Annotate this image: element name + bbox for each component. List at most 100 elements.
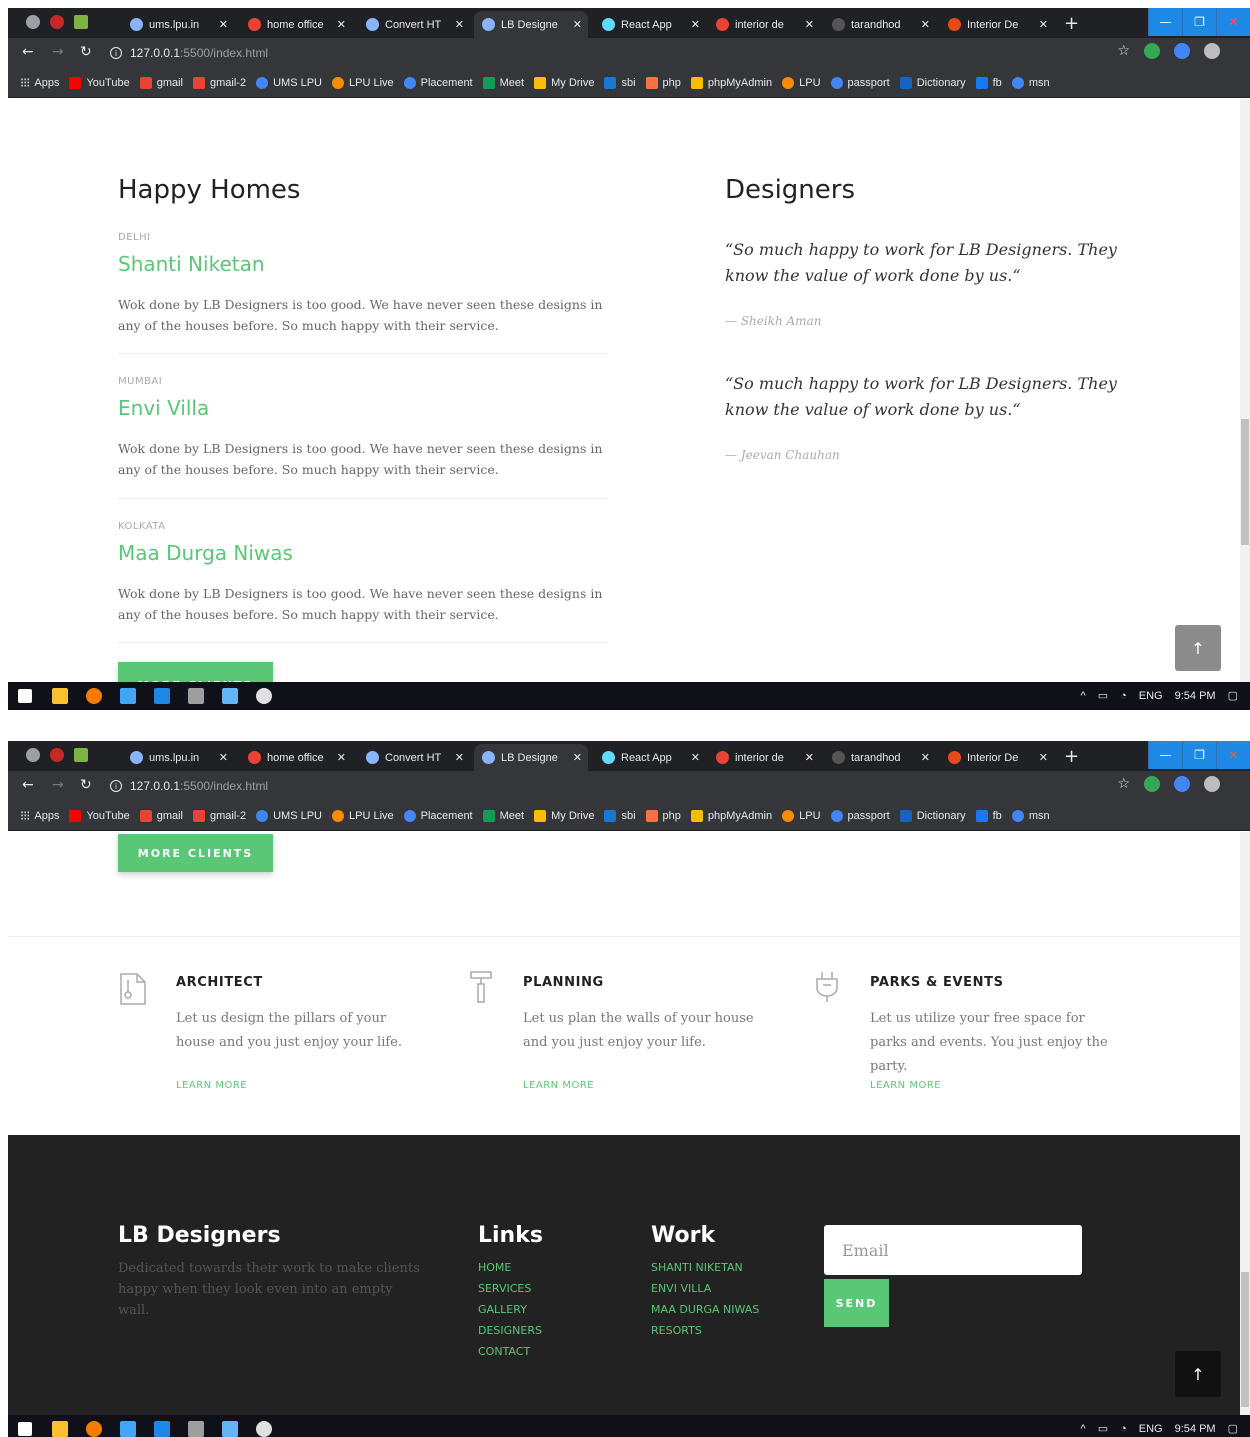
bookmark[interactable]: msn [1011,809,1050,822]
address-bar[interactable]: i 127.0.0.1:5500/index.html [110,43,1120,63]
bookmark[interactable]: msn [1011,76,1050,89]
browser-tab[interactable]: interior de ✕ [708,744,820,771]
minimize-icon[interactable]: — [1148,8,1182,36]
close-icon[interactable]: ✕ [337,751,346,764]
restore-icon[interactable]: ❐ [1182,8,1216,36]
app-icon[interactable] [222,1421,238,1437]
search-icon[interactable] [256,688,272,704]
bookmark[interactable]: sbi [604,76,636,89]
bookmark[interactable]: Placement [403,809,473,822]
bookmark[interactable]: My Drive [534,76,594,89]
close-icon[interactable]: ✕ [805,751,814,764]
browser-tab[interactable]: tarandhod ✕ [824,744,936,771]
chrome-icon[interactable] [86,688,102,704]
back-to-top-button[interactable]: ↑ [1175,625,1221,671]
close-icon[interactable]: ✕ [1039,751,1048,764]
bookmark[interactable]: Meet [482,809,524,822]
browser-tab[interactable]: home office ✕ [240,744,352,771]
client-name-link[interactable]: Shanti Niketan [118,252,265,276]
new-tab-icon[interactable]: + [1064,13,1079,34]
chevron-up-icon[interactable]: ^ [1081,690,1086,702]
close-icon[interactable]: ✕ [921,751,930,764]
puzzle-icon[interactable] [1174,43,1190,59]
bookmark[interactable]: LPU [782,809,821,822]
new-tab-icon[interactable]: + [1064,746,1079,767]
more-clients-button[interactable]: MORE CLIENTS [118,834,273,872]
bookmark[interactable]: LPU Live [332,76,394,89]
app-icon[interactable] [222,688,238,704]
scrollbar-thumb[interactable] [1241,419,1249,545]
app-icon[interactable] [50,748,64,762]
windows-start-icon[interactable] [18,689,32,703]
email-input[interactable] [824,1225,1082,1275]
close-icon[interactable]: ✕ [219,18,228,31]
bookmark[interactable]: UMS LPU [256,809,322,822]
reload-icon[interactable]: ↻ [80,777,92,793]
bookmark[interactable]: gmail-2 [193,809,246,822]
bookmark[interactable]: php [645,76,681,89]
footer-work-link[interactable]: RESORTS [651,1320,759,1341]
file-explorer-icon[interactable] [52,1421,68,1437]
browser-tab[interactable]: tarandhod ✕ [824,11,936,38]
bookmark[interactable]: LPU [782,76,821,89]
language-indicator[interactable]: ENG [1139,1423,1163,1435]
bookmark[interactable]: sbi [604,809,636,822]
wifi-icon[interactable]: ◔ [1120,690,1127,702]
back-to-top-button[interactable]: ↑ [1175,1351,1221,1397]
browser-tab[interactable]: Convert HT ✕ [358,744,470,771]
send-button[interactable]: SEND [824,1279,889,1327]
forward-icon[interactable]: → [52,777,64,793]
wifi-icon[interactable]: ◔ [1120,1423,1127,1435]
close-window-icon[interactable]: ✕ [1216,741,1250,769]
browser-tab-active[interactable]: LB Designe ✕ [474,11,588,38]
file-explorer-icon[interactable] [52,688,68,704]
folder-icon[interactable] [120,688,136,704]
info-icon[interactable]: i [110,780,122,792]
app-icon[interactable] [74,15,88,29]
bookmark[interactable]: passport [830,76,890,89]
battery-icon[interactable]: ▭ [1098,1422,1108,1435]
back-icon[interactable]: ← [22,44,34,60]
footer-work-link[interactable]: SHANTI NIKETAN [651,1257,759,1278]
bookmark[interactable]: Dictionary [899,809,966,822]
bookmark[interactable]: fb [975,809,1002,822]
close-icon[interactable]: ✕ [691,18,700,31]
scrollbar-thumb[interactable] [1241,1272,1249,1407]
forward-icon[interactable]: → [52,44,64,60]
learn-more-link[interactable]: LEARN MORE [176,1080,247,1091]
bookmark[interactable]: php [645,809,681,822]
learn-more-link[interactable]: LEARN MORE [523,1080,594,1091]
bookmark[interactable]: fb [975,76,1002,89]
notification-icon[interactable]: ▢ [1228,689,1238,702]
bookmark[interactable]: Meet [482,76,524,89]
browser-tab[interactable]: Interior De ✕ [940,11,1054,38]
extension-icon[interactable] [1144,776,1160,792]
bookmark[interactable]: UMS LPU [256,76,322,89]
footer-link-services[interactable]: SERVICES [478,1278,542,1299]
footer-link-home[interactable]: HOME [478,1257,542,1278]
bookmark[interactable]: passport [830,809,890,822]
notification-icon[interactable]: ▢ [1228,1422,1238,1435]
bookmark[interactable]: gmail [139,809,183,822]
bookmark[interactable]: phpMyAdmin [690,809,772,822]
chrome-icon[interactable] [86,1421,102,1437]
bookmark-apps[interactable]: ⁝⁝⁝ Apps [20,75,59,91]
close-icon[interactable]: ✕ [805,18,814,31]
avatar[interactable] [1204,43,1220,59]
close-icon[interactable]: ✕ [1039,18,1048,31]
search-icon[interactable] [256,1421,272,1437]
star-icon[interactable]: ☆ [1117,43,1130,59]
browser-tab[interactable]: interior de ✕ [708,11,820,38]
avatar[interactable] [1204,776,1220,792]
app-icon[interactable] [50,15,64,29]
vscode-icon[interactable] [154,688,170,704]
clock[interactable]: 9:54 PM [1175,690,1216,702]
client-name-link[interactable]: Maa Durga Niwas [118,541,293,565]
scrollbar[interactable] [1240,832,1250,1415]
app-icon[interactable] [26,15,40,29]
address-bar[interactable]: i 127.0.0.1:5500/index.html [110,776,1120,796]
back-icon[interactable]: ← [22,777,34,793]
clock[interactable]: 9:54 PM [1175,1423,1216,1435]
client-name-link[interactable]: Envi Villa [118,396,209,420]
bookmark[interactable]: gmail [139,76,183,89]
